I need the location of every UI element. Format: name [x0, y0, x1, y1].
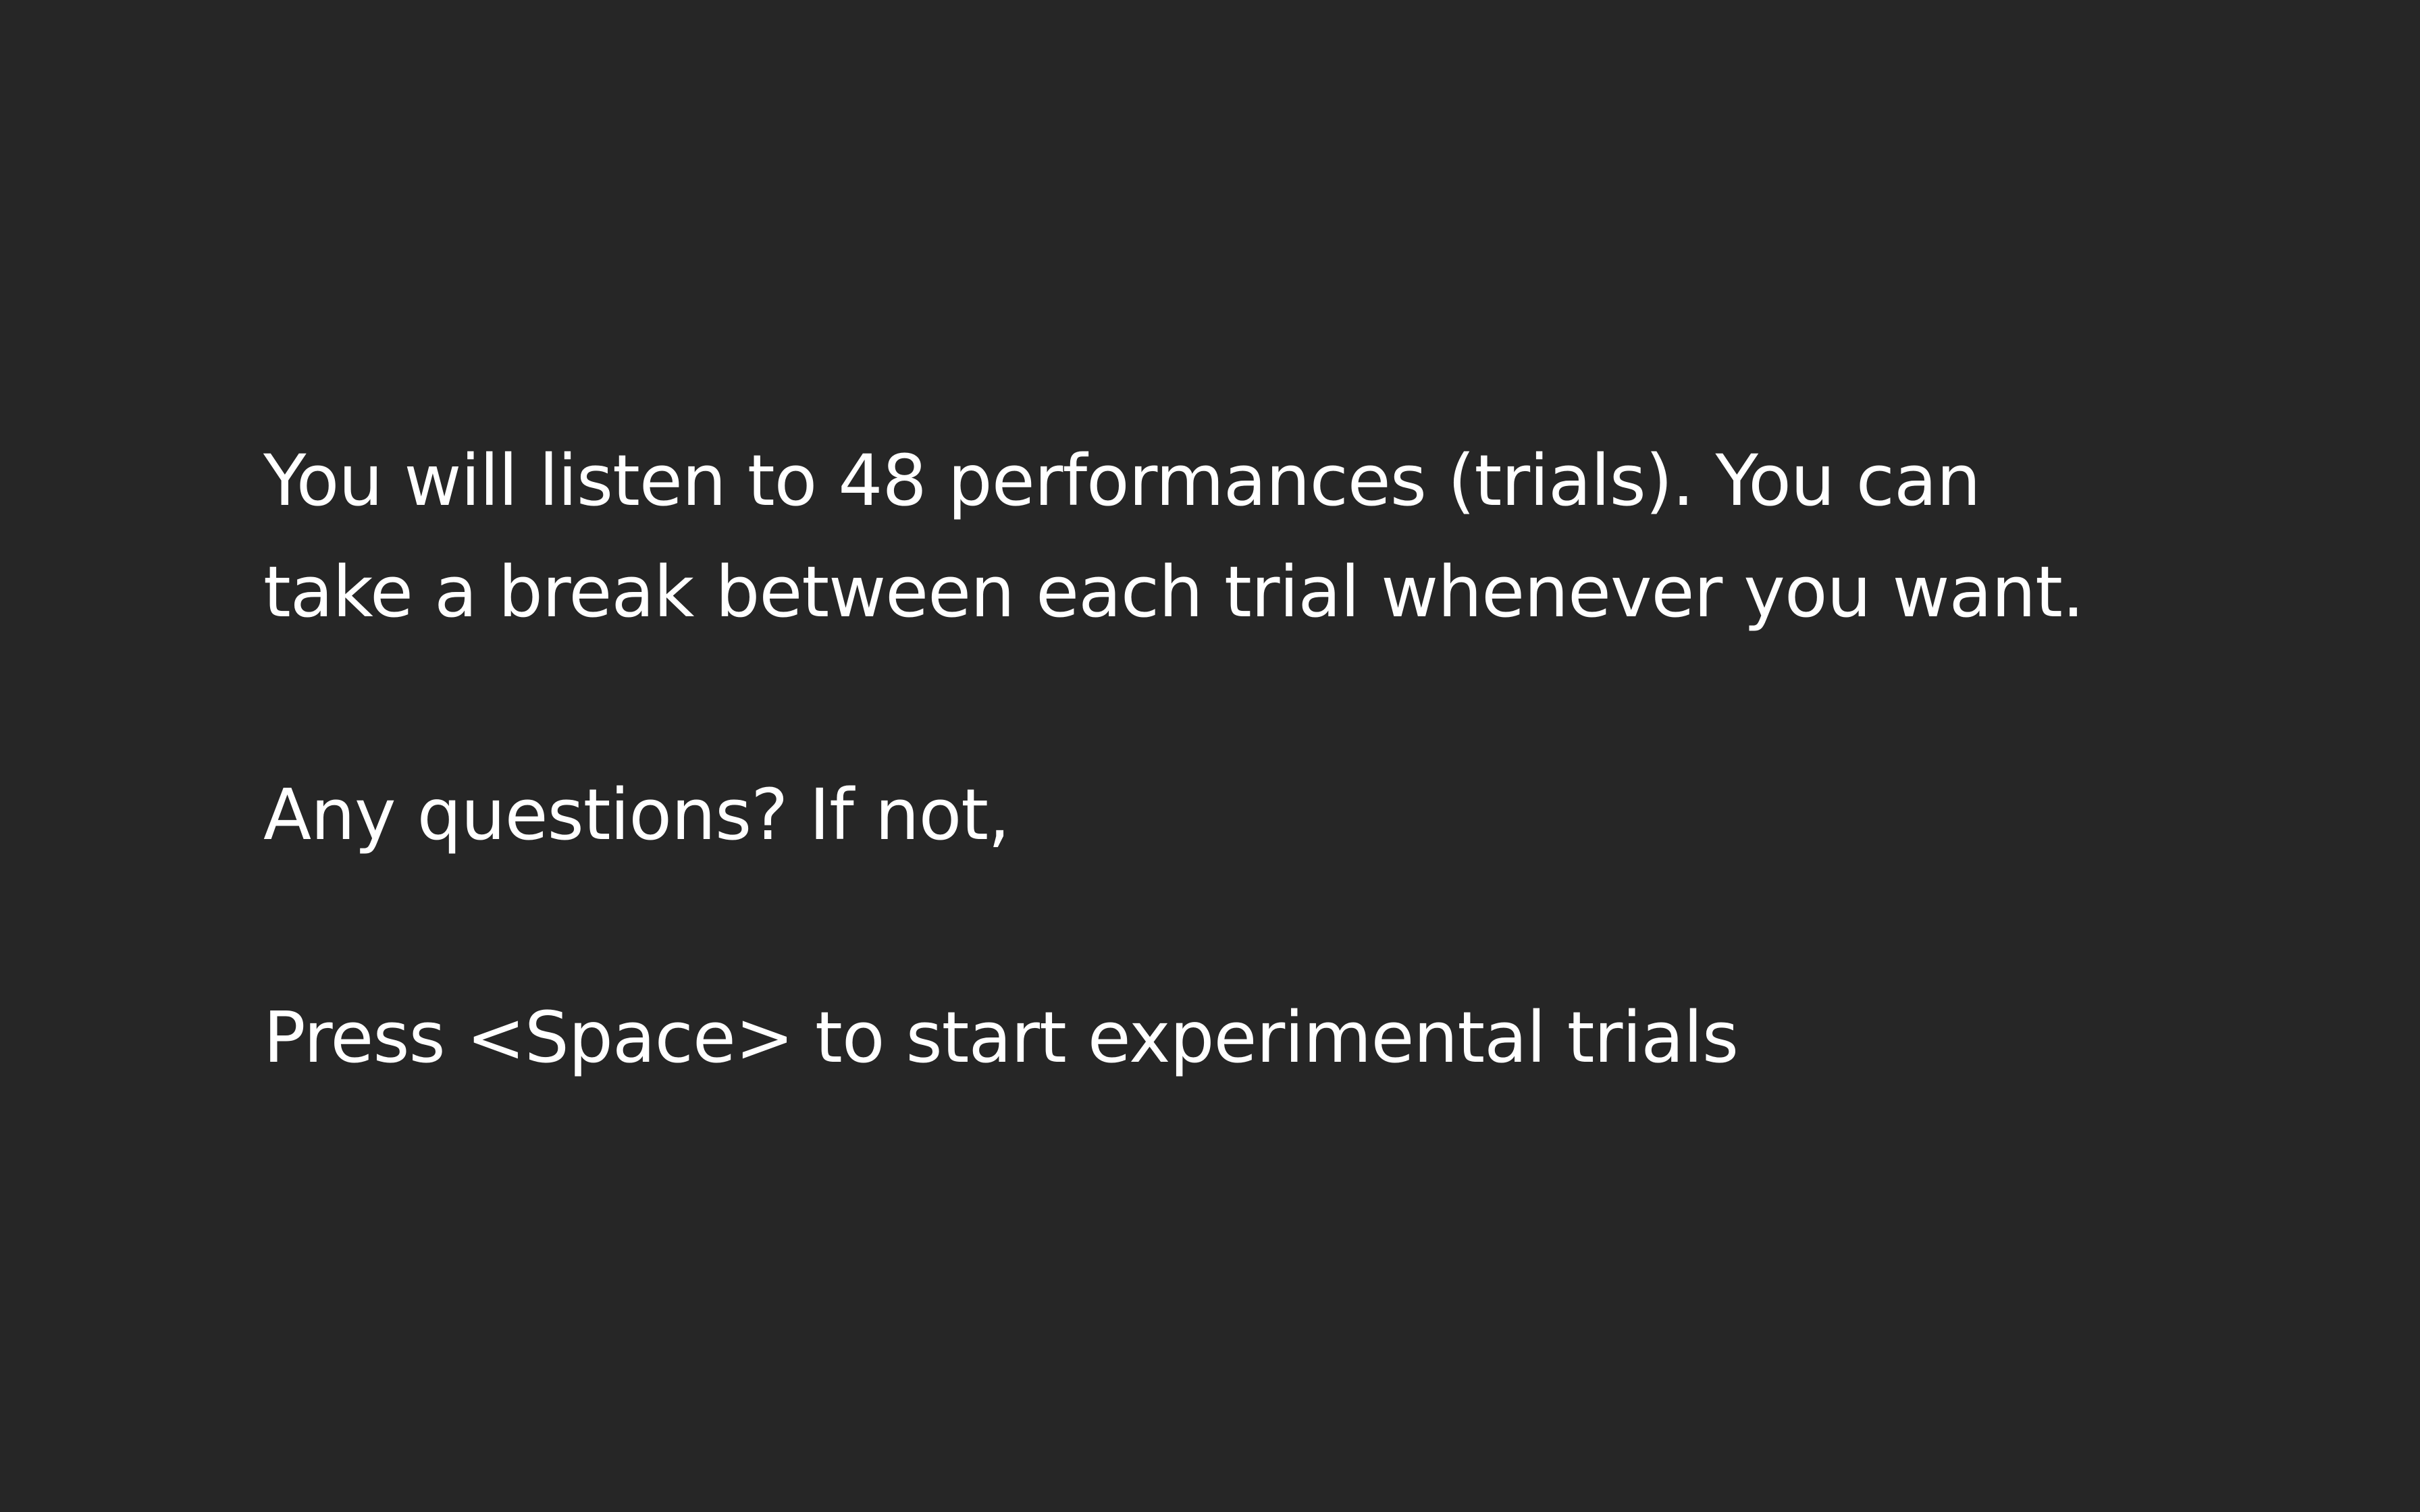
instruction-line-trials: You will listen to 48 performances (tria… — [263, 439, 1981, 522]
experiment-instruction-screen: You will listen to 48 performances (tria… — [0, 0, 2420, 1512]
instruction-line-questions: Any questions? If not, — [263, 774, 1010, 856]
instruction-text-block: You will listen to 48 performances (tria… — [263, 425, 2289, 1094]
instruction-line-press-space: Press <Space> to start experimental tria… — [263, 996, 1739, 1079]
instruction-line-break: take a break between each trial whenever… — [263, 551, 2084, 633]
